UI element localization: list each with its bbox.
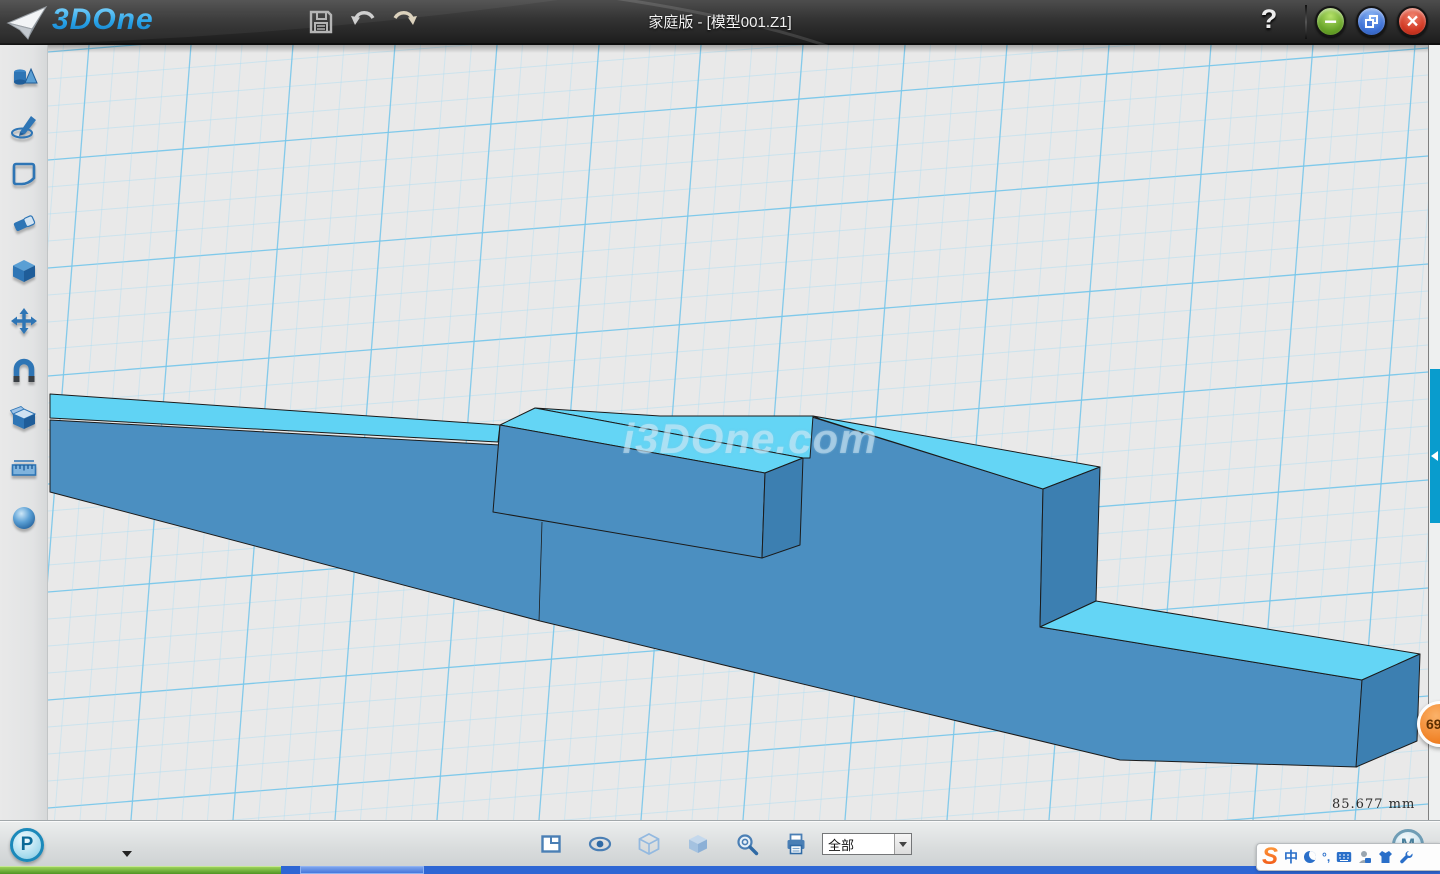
chevron-down-icon [899,842,907,847]
chevron-left-icon [1431,451,1438,461]
print-icon[interactable] [784,832,808,856]
primitives-icon[interactable] [10,64,38,92]
visibility-eye-icon[interactable] [588,832,612,856]
title-bar: 3DOne 家庭版 - [模型001.Z1] ? − × [0,0,1440,45]
restore-icon [1365,15,1378,28]
taskbar-start-edge[interactable] [0,866,281,874]
undo-icon [349,8,377,36]
status-bar: 全部 [0,820,1440,866]
zoom-search-icon[interactable] [735,832,759,856]
user-icon[interactable] [1358,850,1372,864]
plane-view-icon[interactable] [539,832,563,856]
punctuation-icon[interactable]: °, [1322,850,1330,864]
redo-icon [391,8,419,36]
magnet-assembly-icon[interactable] [10,357,38,385]
feature-cube-icon[interactable] [10,257,38,285]
model-3d[interactable] [50,394,1420,767]
close-button[interactable]: × [1397,6,1428,37]
window-title: 家庭版 - [模型001.Z1] [420,0,1020,45]
viewport-graphics [48,45,1428,820]
restore-button[interactable] [1356,6,1387,37]
save-icon [307,8,335,36]
viewport-canvas[interactable]: i3DOne.com 85.677 mm [48,45,1428,820]
skin-shirt-icon[interactable] [1378,850,1393,864]
ime-logo-icon[interactable]: S [1262,845,1278,869]
eraser-edit-icon[interactable] [10,209,38,237]
close-icon: × [1406,12,1418,31]
sketch-pencil-icon[interactable] [10,112,38,140]
os-taskbar-edge[interactable] [0,866,1440,874]
redo-button[interactable] [390,7,420,37]
keyboard-icon[interactable] [1336,851,1352,863]
scale-unit: mm [1389,797,1416,812]
badge-number: 69 [1426,716,1440,732]
panel-expand-tab[interactable] [1430,369,1440,523]
material-sphere-icon[interactable] [10,504,38,532]
display-filter-dropdown[interactable]: 全部 [822,833,912,855]
dropdown-button[interactable] [894,834,911,854]
plan-view-badge[interactable]: P [10,828,44,862]
special-box-icon[interactable] [10,405,38,433]
moon-icon[interactable] [1304,851,1316,863]
undo-button[interactable] [348,7,378,37]
app-logo-plane-icon [6,3,50,43]
taskbar-task-button-edge[interactable] [300,866,424,874]
left-toolbar [0,45,48,820]
filter-selected-value: 全部 [823,835,894,854]
scale-value: 85.677 [1332,797,1384,812]
wireframe-cube-icon[interactable] [637,832,661,856]
move-icon[interactable] [10,307,38,335]
sketch-plane-icon[interactable] [10,160,38,188]
minimize-icon: − [1324,12,1337,32]
ime-toolbar: S 中 °, [1256,843,1440,871]
titlebar-separator [1305,5,1307,39]
help-button[interactable]: ? [1252,4,1286,40]
minimize-button[interactable]: − [1315,6,1346,37]
model-mid-block-right-face[interactable] [762,458,803,558]
ime-language-toggle[interactable]: 中 [1284,850,1298,864]
plan-badge-dropdown-arrow[interactable] [122,851,132,857]
scale-indicator: 85.677 mm [1332,797,1415,812]
shaded-cube-icon[interactable] [686,832,710,856]
app-logo-text: 3DOne [52,3,154,37]
measure-ruler-icon[interactable] [10,454,38,482]
toolbox-wrench-icon[interactable] [1399,850,1413,864]
save-button[interactable] [306,7,336,37]
